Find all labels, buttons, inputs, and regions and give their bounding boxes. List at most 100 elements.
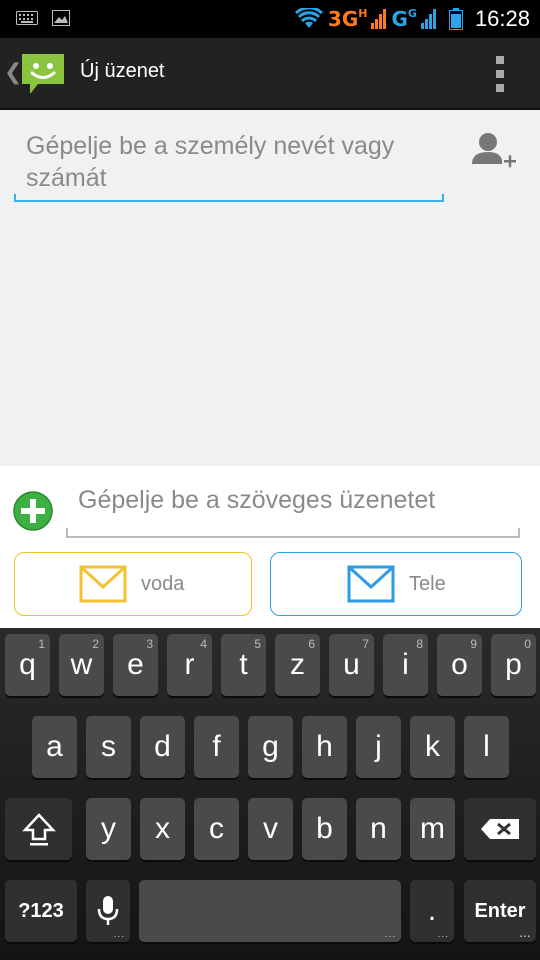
status-left-icons	[16, 10, 70, 26]
shift-key[interactable]	[5, 798, 72, 860]
key[interactable]: p0	[491, 634, 536, 696]
period-key-label: .	[427, 894, 437, 927]
network-3g-label: 3G	[327, 7, 359, 31]
key-label: d	[154, 730, 171, 763]
key-label: v	[263, 812, 278, 845]
sim1-label: voda	[141, 572, 185, 595]
key[interactable]: f	[194, 716, 239, 778]
key[interactable]: u7	[329, 634, 374, 696]
key-number-hint: 9	[470, 637, 477, 651]
battery-icon	[448, 8, 463, 30]
overflow-menu-icon[interactable]	[496, 56, 504, 92]
key[interactable]: w2	[59, 634, 104, 696]
key-label: q	[19, 648, 36, 681]
attach-plus-icon[interactable]	[12, 490, 54, 532]
key[interactable]: j	[356, 716, 401, 778]
backspace-key[interactable]	[464, 798, 536, 860]
key-label: c	[209, 812, 224, 845]
key[interactable]: i8	[383, 634, 428, 696]
sim2-label: Tele	[409, 572, 446, 595]
shift-icon	[21, 813, 56, 846]
envelope-icon	[347, 565, 395, 603]
key[interactable]: s	[86, 716, 131, 778]
key[interactable]: d	[140, 716, 185, 778]
signal-icon	[371, 9, 387, 29]
key-label: e	[127, 648, 144, 681]
key-label: o	[451, 648, 468, 681]
messaging-logo-icon[interactable]	[20, 50, 66, 96]
key[interactable]: o9	[437, 634, 482, 696]
key-number-hint: 5	[254, 637, 261, 651]
key[interactable]: t5	[221, 634, 266, 696]
space-key[interactable]: ...	[139, 880, 401, 942]
status-right-icons: 3G H G G 16:28	[294, 4, 530, 34]
key-label: i	[402, 648, 409, 681]
send-sim1-button[interactable]: voda	[14, 552, 252, 616]
key-label: z	[290, 648, 305, 681]
key-number-hint: 6	[308, 637, 315, 651]
key[interactable]: r4	[167, 634, 212, 696]
action-bar: ❮ Új üzenet	[0, 38, 540, 110]
key[interactable]: c	[194, 798, 239, 860]
key-label: j	[375, 730, 382, 763]
enter-key[interactable]: Enter...	[464, 880, 536, 942]
recipient-input-underline	[14, 194, 444, 202]
key-label: w	[70, 648, 93, 681]
key[interactable]: a	[32, 716, 77, 778]
key[interactable]: y	[86, 798, 131, 860]
network-g-label: G	[391, 7, 408, 31]
voice-input-key[interactable]: ...	[86, 880, 130, 942]
key-label: k	[425, 730, 440, 763]
key[interactable]: x	[140, 798, 185, 860]
signal-icon	[420, 9, 436, 29]
key-label: s	[101, 730, 116, 763]
key[interactable]: b	[302, 798, 347, 860]
key[interactable]: g	[248, 716, 293, 778]
recipient-area: Gépelje be a személy nevét vagy számát	[0, 110, 540, 466]
key-label: y	[101, 812, 116, 845]
key-label: t	[239, 648, 248, 681]
add-contact-icon[interactable]	[470, 130, 518, 178]
network-g-sup: G	[407, 6, 417, 20]
period-key[interactable]: ....	[410, 880, 454, 942]
symbols-key[interactable]: ?123	[5, 880, 77, 942]
key[interactable]: q1	[5, 634, 50, 696]
send-sim2-button[interactable]: Tele	[270, 552, 522, 616]
key-label: m	[420, 812, 445, 845]
key[interactable]: h	[302, 716, 347, 778]
microphone-icon	[97, 896, 119, 925]
key-label: l	[483, 730, 490, 763]
key-label: b	[316, 812, 333, 845]
key-label: g	[262, 730, 279, 763]
enter-key-label: Enter	[474, 899, 526, 922]
key-label: p	[505, 648, 522, 681]
page-title: Új üzenet	[80, 60, 165, 82]
key[interactable]: m	[410, 798, 455, 860]
status-time: 16:28	[474, 6, 530, 31]
key[interactable]: v	[248, 798, 293, 860]
key[interactable]: n	[356, 798, 401, 860]
network-3g-sup: H	[358, 6, 368, 20]
key-number-hint: 0	[524, 637, 531, 651]
status-bar: 3G H G G 16:28	[0, 0, 540, 38]
compose-area: Gépelje be a szöveges üzenetet voda Tele	[0, 466, 540, 628]
key[interactable]: e3	[113, 634, 158, 696]
key[interactable]: k	[410, 716, 455, 778]
key-label: a	[46, 730, 63, 763]
key-label: f	[212, 730, 221, 763]
key-number-hint: 4	[200, 637, 207, 651]
message-input[interactable]: Gépelje be a szöveges üzenetet	[66, 482, 520, 538]
key[interactable]: z6	[275, 634, 320, 696]
key-number-hint: 8	[416, 637, 423, 651]
keyboard-icon	[16, 11, 38, 25]
soft-keyboard: ?123 ... ... .... Enter... q1w2e3r4t5z6u…	[0, 628, 540, 960]
key-label: h	[316, 730, 333, 763]
key-label: x	[155, 812, 170, 845]
recipient-input[interactable]: Gépelje be a személy nevét vagy számát	[14, 130, 444, 194]
key-number-hint: 2	[92, 637, 99, 651]
key[interactable]: l	[464, 716, 509, 778]
key-number-hint: 3	[146, 637, 153, 651]
wifi-icon	[294, 8, 323, 28]
envelope-icon	[79, 565, 127, 603]
key-number-hint: 1	[38, 637, 45, 651]
